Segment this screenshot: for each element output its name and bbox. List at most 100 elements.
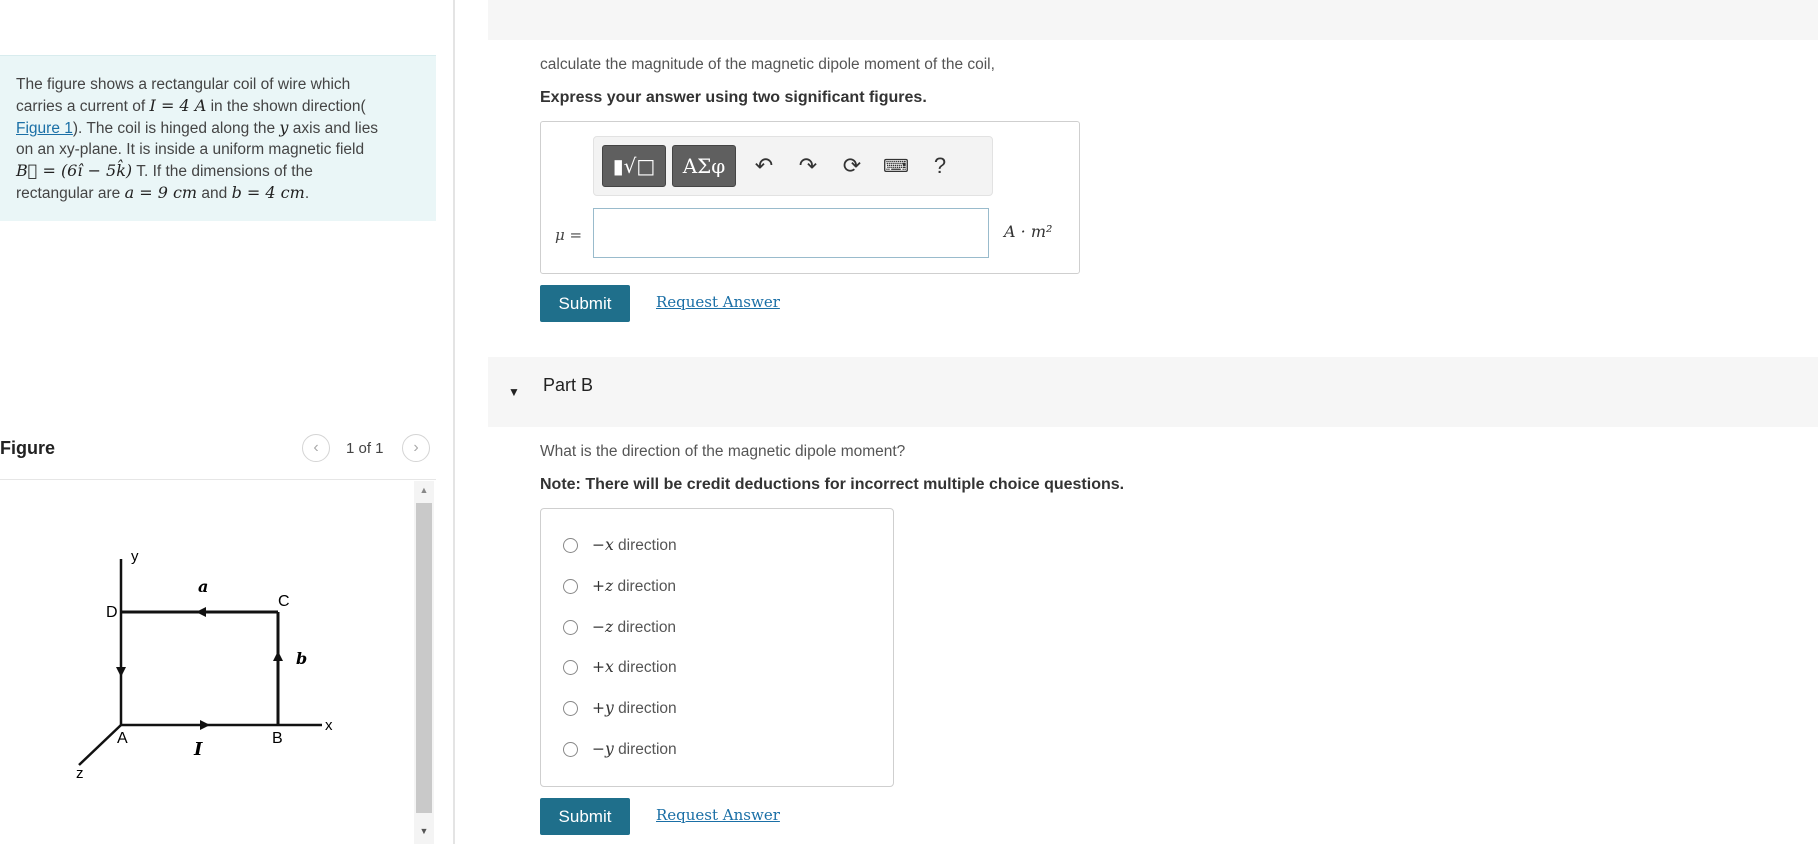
part-b-question: What is the direction of the magnetic di… (540, 443, 906, 460)
problem-end: . (304, 185, 310, 202)
column-divider (453, 0, 455, 844)
choice-option[interactable]: +y direction (563, 694, 677, 722)
choice-option[interactable]: −z direction (563, 613, 676, 641)
radio-button[interactable] (563, 659, 578, 675)
radio-button[interactable] (563, 741, 578, 757)
choice-option[interactable]: −y direction (563, 735, 677, 763)
label-I: I (193, 739, 203, 760)
choice-symbol: +z (592, 576, 614, 595)
label-b: b (296, 649, 307, 668)
problem-statement: The figure shows a rectangular coil of w… (0, 55, 436, 221)
label-A: A (117, 730, 128, 747)
figure-next-button[interactable]: › (402, 434, 430, 462)
collapse-triangle-icon: ▼ (508, 385, 520, 399)
chevron-left-icon: ‹ (313, 439, 319, 456)
choice-option[interactable]: +z direction (563, 572, 676, 600)
part-a-instruction: Express your answer using two significan… (540, 89, 927, 106)
dim-a-math: a = 9 cm (124, 183, 198, 202)
label-x: x (325, 717, 333, 734)
label-a: a (198, 577, 208, 596)
answer-unit: A · m² (1004, 222, 1053, 241)
answer-label: μ = (555, 226, 583, 244)
keyboard-icon: ⌨ (883, 156, 909, 176)
undo-icon: ↶ (754, 153, 774, 178)
choice-option[interactable]: −x direction (563, 531, 677, 559)
problem-text-1: The figure shows a rectangular coil of w… (16, 76, 351, 93)
choice-text: direction (618, 699, 677, 717)
problem-text-3b: axis and lies (292, 120, 379, 137)
part-a-request-answer-link[interactable]: Request Answer (656, 293, 780, 311)
choice-option[interactable]: +x direction (563, 653, 677, 681)
field-math: B⃗ = (6î − 5k̂) (16, 161, 133, 180)
label-z: z (76, 765, 84, 782)
templates-icon: ▮√□ (612, 154, 656, 178)
answer-box: ▮√□ ΑΣφ ↶ ↷ ⟳ ⌨ ? μ = A · m² (540, 121, 1080, 274)
label-y: y (131, 548, 139, 565)
figure-1-link[interactable]: Figure 1 (16, 120, 73, 137)
math-toolbar: ▮√□ ΑΣφ ↶ ↷ ⟳ ⌨ ? (593, 136, 993, 196)
greek-symbols-button[interactable]: ΑΣφ (672, 145, 736, 187)
coil-diagram: y x z D C A B a b I (76, 548, 333, 782)
part-b-submit-button[interactable]: Submit (540, 798, 630, 835)
choice-symbol: −y (592, 739, 614, 758)
arrow-bottom (200, 720, 210, 730)
redo-icon: ↷ (798, 153, 818, 178)
label-D: D (106, 604, 118, 621)
scroll-down-icon[interactable]: ▼ (414, 826, 434, 840)
problem-text-2b: in the shown direction( (210, 98, 366, 115)
radio-button[interactable] (563, 700, 578, 716)
left-panel: The figure shows a rectangular coil of w… (0, 0, 453, 844)
choice-text: direction (618, 740, 677, 758)
arrow-left (116, 667, 126, 677)
chevron-right-icon: › (413, 439, 419, 456)
label-C: C (278, 593, 290, 610)
figure-counter: 1 of 1 (346, 440, 384, 457)
part-b-note: Note: There will be credit deductions fo… (540, 476, 1125, 493)
problem-and: and (201, 185, 228, 202)
choices-box: −x direction +z direction −z direction +… (540, 508, 894, 787)
problem-text-3: ). The coil is hinged along the (72, 120, 276, 137)
problem-text-2a: carries a current of (16, 98, 146, 115)
arrow-top (196, 607, 206, 617)
scroll-up-icon[interactable]: ▲ (414, 485, 434, 499)
figure-scrollbar[interactable]: ▲ ▼ (414, 481, 434, 844)
problem-text-4: on an xy-plane. It is inside a uniform m… (16, 141, 365, 158)
part-a-submit-button[interactable]: Submit (540, 285, 630, 322)
choice-symbol: +x (592, 657, 614, 676)
redo-button[interactable]: ↷ (790, 145, 826, 187)
y-variable: y (279, 118, 289, 137)
label-B: B (272, 730, 283, 747)
part-b-header[interactable]: ▼ Part B (488, 357, 1818, 427)
reset-icon: ⟳ (842, 153, 862, 178)
problem-text-5: T. If the dimensions of the (136, 163, 313, 180)
choice-text: direction (617, 618, 677, 636)
answer-input[interactable] (593, 208, 989, 258)
choice-symbol: −z (592, 617, 614, 636)
z-axis-line (78, 724, 122, 766)
radio-button[interactable] (563, 537, 578, 553)
figure-canvas: y x z D C A B a b I (0, 481, 414, 844)
arrow-right (273, 651, 283, 661)
figure-header: Figure ‹ 1 of 1 › (0, 434, 436, 480)
part-a-question: calculate the magnitude of the magnetic … (540, 56, 995, 73)
part-a-header[interactable] (488, 0, 1818, 40)
current-math: I = 4 A (149, 96, 207, 115)
radio-button[interactable] (563, 578, 578, 594)
choice-symbol: +y (592, 698, 614, 717)
choice-text: direction (618, 536, 677, 554)
choice-text: direction (618, 658, 677, 676)
figure-title: Figure (0, 438, 56, 458)
keyboard-button[interactable]: ⌨ (878, 145, 914, 187)
problem-text-6: rectangular are (16, 185, 121, 202)
help-button[interactable]: ? (922, 145, 958, 187)
choice-text: direction (617, 577, 677, 595)
figure-prev-button[interactable]: ‹ (302, 434, 330, 462)
part-b-title: Part B (543, 375, 594, 395)
part-b-request-answer-link[interactable]: Request Answer (656, 806, 780, 824)
scroll-thumb[interactable] (416, 503, 432, 813)
reset-button[interactable]: ⟳ (834, 145, 870, 187)
undo-button[interactable]: ↶ (746, 145, 782, 187)
templates-button[interactable]: ▮√□ (602, 145, 666, 187)
radio-button[interactable] (563, 619, 578, 635)
dim-b-math: b = 4 cm (231, 183, 305, 202)
